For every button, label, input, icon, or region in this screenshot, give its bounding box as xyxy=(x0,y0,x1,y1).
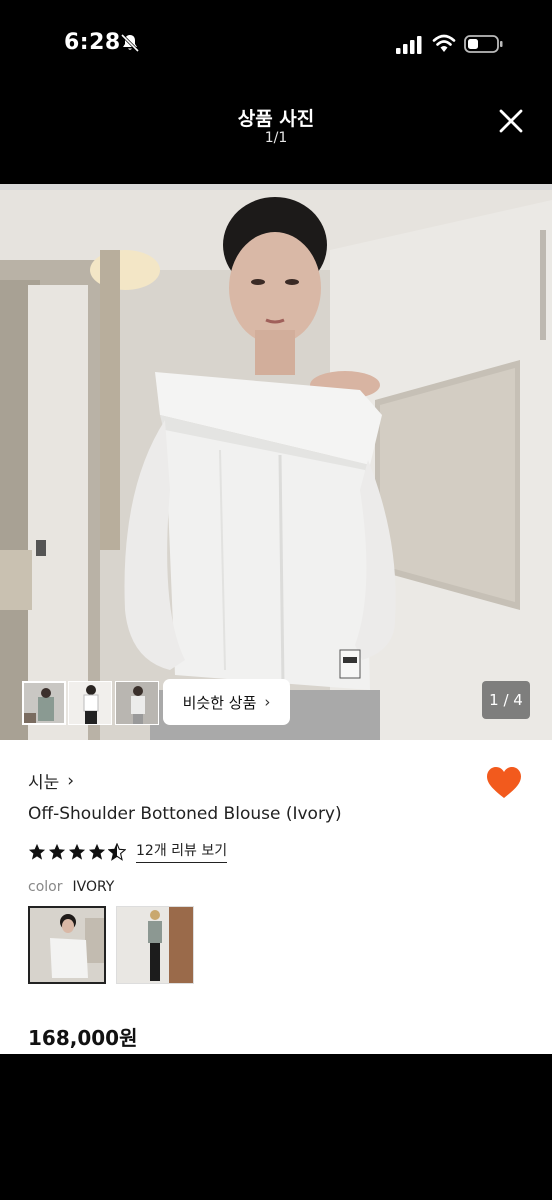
status-time: 6:28 xyxy=(64,30,121,55)
battery-icon xyxy=(464,35,503,53)
product-name: Off-Shoulder Bottoned Blouse (Ivory) xyxy=(28,804,342,824)
similar-products-label: 비슷한 상품 xyxy=(182,693,257,712)
color-swatch[interactable] xyxy=(116,906,194,984)
star-half-icon xyxy=(108,842,126,861)
brand-link[interactable]: 시눈 › xyxy=(28,768,75,794)
color-value: IVORY xyxy=(72,879,115,895)
color-swatch-selected[interactable] xyxy=(28,906,106,984)
viewer-header: 상품 사진 1/1 xyxy=(0,92,552,184)
viewer-counter: 1/1 xyxy=(264,130,288,146)
photo-thumbnail[interactable] xyxy=(22,681,66,725)
color-label: color xyxy=(28,879,63,895)
rating-row: 12개 리뷰 보기 xyxy=(28,840,228,863)
photo-counter: 1 / 4 xyxy=(482,681,530,719)
product-photo[interactable]: 비슷한 상품 › 1 / 4 xyxy=(0,190,552,740)
chevron-right-icon: › xyxy=(67,770,75,791)
rating-stars xyxy=(28,842,126,861)
star-icon xyxy=(48,843,66,860)
close-icon[interactable] xyxy=(494,104,528,138)
review-link[interactable]: 12개 리뷰 보기 xyxy=(136,840,228,863)
wifi-icon xyxy=(432,34,456,52)
star-icon xyxy=(28,843,46,860)
heart-icon[interactable] xyxy=(486,766,522,800)
color-row: color IVORY xyxy=(28,879,114,895)
bottom-area xyxy=(0,1054,552,1200)
product-price: 168,000원 xyxy=(28,1026,138,1050)
similar-products-button[interactable]: 비슷한 상품 › xyxy=(163,679,290,725)
star-icon xyxy=(88,843,106,860)
brand-name: 시눈 xyxy=(28,773,60,793)
viewer-title: 상품 사진 xyxy=(237,108,315,130)
photo-thumbnail[interactable] xyxy=(68,681,112,725)
signal-icon xyxy=(396,36,422,54)
chevron-right-icon: › xyxy=(264,693,271,711)
bell-slash-icon xyxy=(120,33,140,53)
star-icon xyxy=(68,843,86,860)
product-screenshot: 비슷한 상품 › 1 / 4 시눈 › Off-Shoulder Bottone… xyxy=(0,184,552,1054)
status-bar: 6:28 xyxy=(0,0,552,92)
photo-thumbnail[interactable] xyxy=(115,681,159,725)
